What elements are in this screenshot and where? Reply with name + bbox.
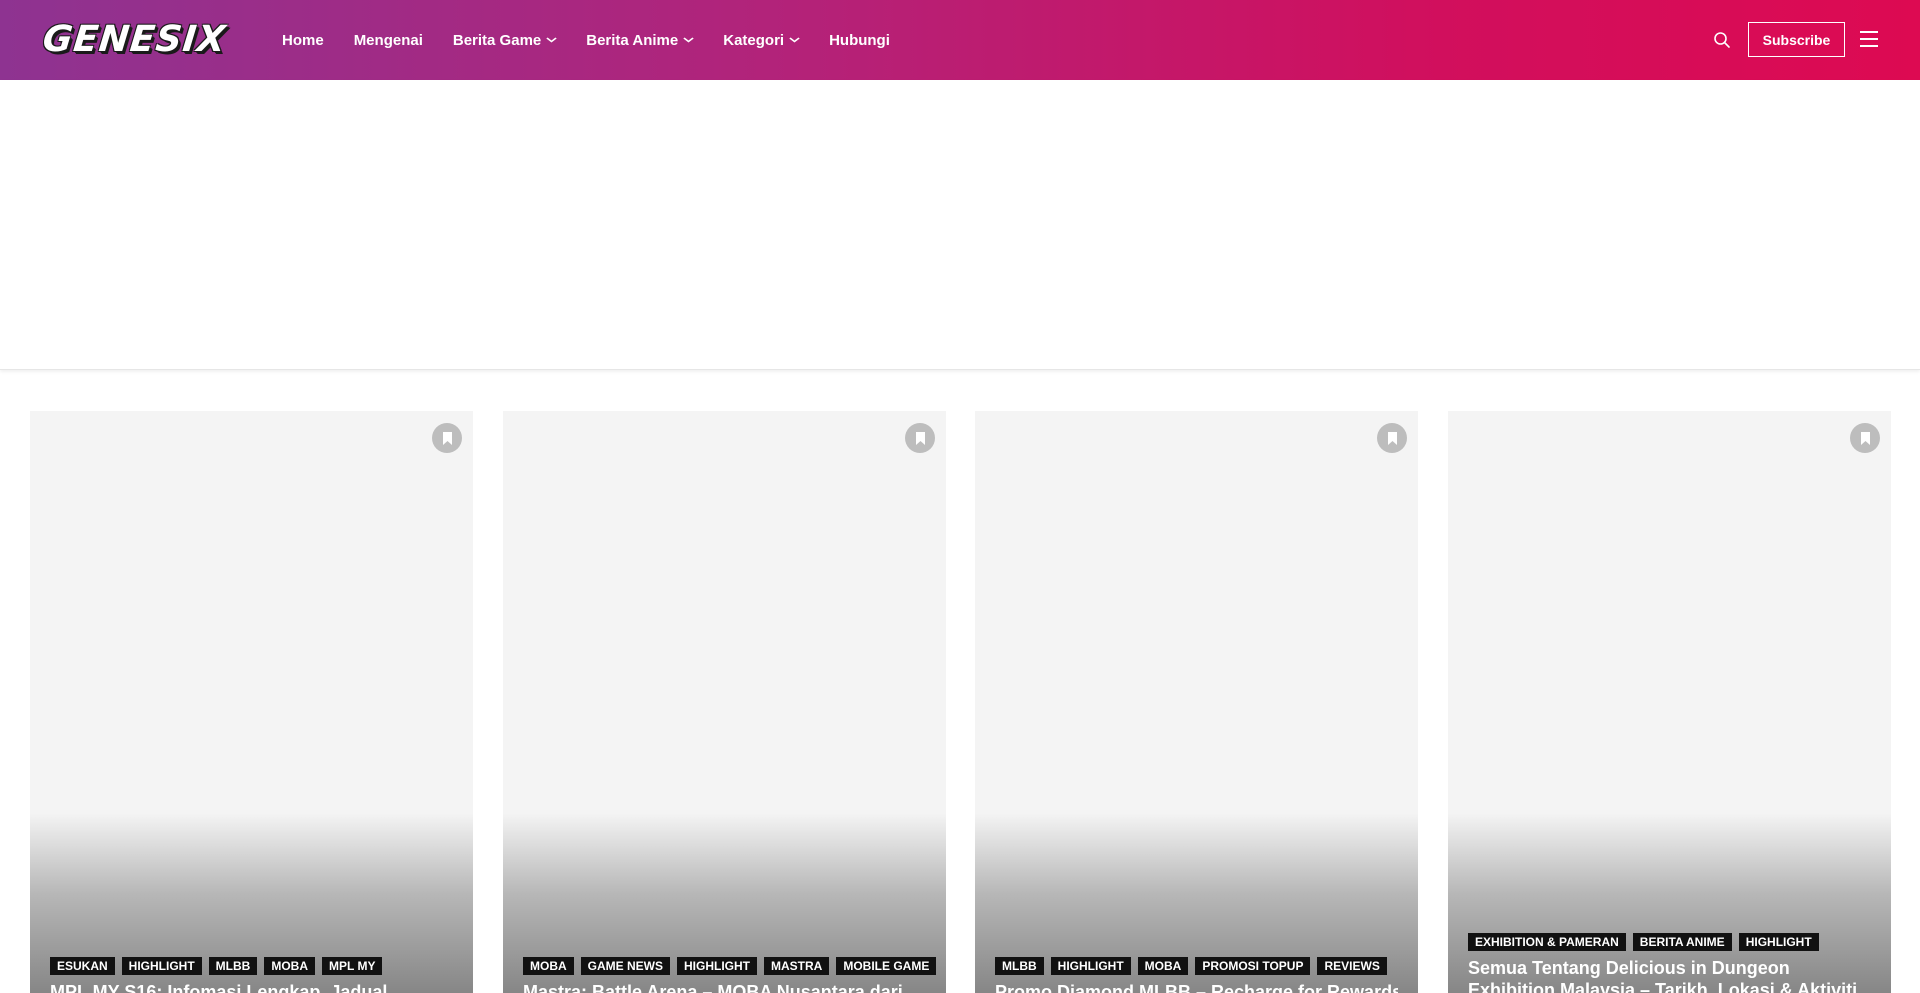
nav-item-label: Berita Anime	[586, 31, 679, 49]
tag-moba[interactable]: MOBA	[523, 957, 574, 975]
nav-item-berita-game[interactable]: Berita Game	[452, 31, 557, 49]
card-title[interactable]: Semua Tentang Delicious in Dungeon	[1468, 957, 1871, 979]
site-header: GENESIX Home Mengenai Berita Game Berita…	[0, 0, 1920, 80]
tag-moba[interactable]: MOBA	[264, 957, 316, 975]
search-icon[interactable]	[1713, 31, 1731, 49]
bookmark-icon	[1860, 431, 1870, 445]
post-card[interactable]: MLBB HIGHLIGHT MOBA PROMOSI TOPUP REVIEW…	[975, 411, 1418, 993]
subscribe-button[interactable]: Subscribe	[1748, 22, 1845, 57]
tag-mlbb[interactable]: MLBB	[995, 957, 1044, 975]
tag-esukan[interactable]: ESUKAN	[50, 957, 115, 975]
subscribe-label: Subscribe	[1762, 31, 1831, 48]
hamburger-menu-icon[interactable]	[1860, 31, 1878, 47]
nav-item-label: Kategori	[723, 31, 785, 49]
card-title[interactable]: MPL MY S16: Infomasi Lengkap, Jadual	[50, 981, 453, 993]
tag-moba[interactable]: MOBA	[1137, 957, 1189, 975]
post-card[interactable]: ESUKAN HIGHLIGHT MLBB MOBA MPL MY MPL MY…	[30, 411, 473, 993]
tag-berita-anime[interactable]: BERITA ANIME	[1632, 933, 1732, 951]
card-title-line-2[interactable]: Exhibition Malaysia – Tarikh, Lokasi & A…	[1468, 979, 1871, 993]
tag-mobile-game[interactable]: MOBILE GAME	[836, 957, 937, 975]
nav-item-label: Hubungi	[829, 31, 890, 49]
tag-mpl-my[interactable]: MPL MY	[322, 957, 383, 975]
nav-item-berita-anime[interactable]: Berita Anime	[586, 31, 694, 49]
tag-highlight[interactable]: HIGHLIGHT	[1050, 957, 1131, 975]
bookmark-button[interactable]	[1377, 423, 1407, 453]
card-title[interactable]: Promo Diamond MLBB – Recharge for Reward…	[995, 981, 1398, 993]
tag-game-news[interactable]: GAME NEWS	[580, 957, 671, 975]
nav-item-home[interactable]: Home	[282, 32, 324, 49]
nav-item-label: Mengenai	[353, 31, 423, 49]
nav-item-kategori[interactable]: Kategori	[723, 31, 800, 49]
nav-item-label: Home	[282, 31, 324, 49]
bookmark-button[interactable]	[1850, 423, 1880, 453]
tag-highlight[interactable]: HIGHLIGHT	[121, 957, 202, 975]
bookmark-icon	[442, 431, 452, 445]
nav-item-mengenai[interactable]: Mengenai	[354, 32, 423, 49]
bookmark-button[interactable]	[905, 423, 935, 453]
tag-reviews[interactable]: REVIEWS	[1317, 957, 1387, 975]
card-tags: EXHIBITION & PAMERAN BERITA ANIME HIGHLI…	[1468, 933, 1826, 951]
chevron-down-icon	[789, 37, 800, 43]
site-logo[interactable]: GENESIX	[40, 18, 243, 60]
card-tags: ESUKAN HIGHLIGHT MLBB MOBA MPL MY	[50, 957, 389, 975]
ad-banner-area	[0, 80, 1920, 370]
bookmark-icon	[1387, 431, 1397, 445]
bookmark-button[interactable]	[432, 423, 462, 453]
nav-item-hubungi[interactable]: Hubungi	[829, 32, 890, 49]
post-card[interactable]: EXHIBITION & PAMERAN BERITA ANIME HIGHLI…	[1448, 411, 1891, 993]
post-card[interactable]: MOBA GAME NEWS HIGHLIGHT MASTRA MOBILE G…	[503, 411, 946, 993]
tag-highlight[interactable]: HIGHLIGHT	[677, 957, 758, 975]
tag-mlbb[interactable]: MLBB	[208, 957, 258, 975]
tag-highlight[interactable]: HIGHLIGHT	[1738, 933, 1819, 951]
card-title[interactable]: Mastra: Battle Arena – MOBA Nusantara da…	[523, 981, 926, 993]
main-nav: Home Mengenai Berita Game Berita Anime K…	[282, 0, 920, 80]
tag-exhibition-pameran[interactable]: EXHIBITION & PAMERAN	[1468, 933, 1626, 951]
nav-item-label: Berita Game	[452, 31, 542, 49]
card-tags: MLBB HIGHLIGHT MOBA PROMOSI TOPUP REVIEW…	[995, 957, 1394, 975]
logo-text: GENESIX	[40, 18, 229, 60]
chevron-down-icon	[683, 37, 694, 43]
bookmark-icon	[915, 431, 925, 445]
tag-mastra[interactable]: MASTRA	[764, 957, 830, 975]
tag-promosi-topup[interactable]: PROMOSI TOPUP	[1195, 957, 1311, 975]
chevron-down-icon	[546, 37, 557, 43]
card-tags: MOBA GAME NEWS HIGHLIGHT MASTRA MOBILE G…	[523, 957, 943, 975]
